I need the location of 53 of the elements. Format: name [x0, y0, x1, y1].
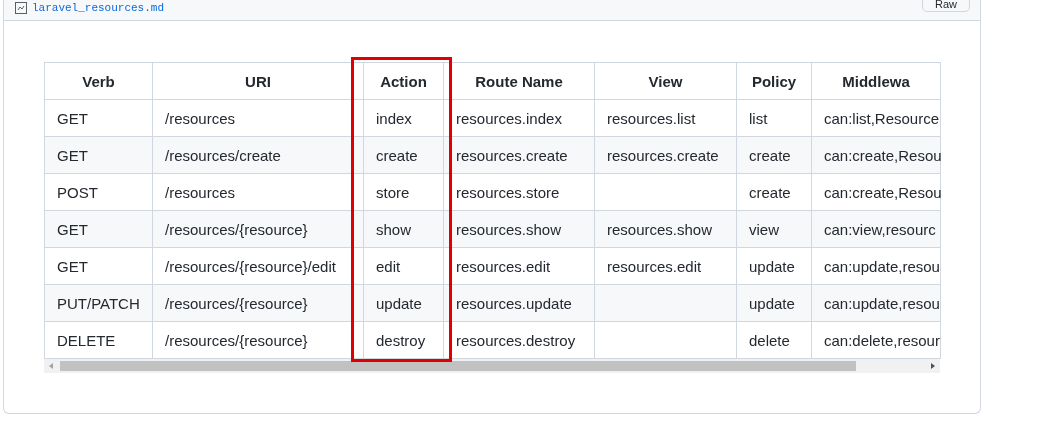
table-cell: resources.edit [594, 247, 737, 285]
table-cell: create [736, 136, 812, 174]
column-header: Route Name [443, 62, 595, 100]
table-cell: /resources/{resource}/edit [152, 247, 364, 285]
table-cell: can:create,Resou [811, 136, 941, 174]
table-cell: /resources [152, 173, 364, 211]
table-cell: can:create,Resou [811, 173, 941, 211]
horizontal-scrollbar[interactable] [44, 359, 940, 373]
table-cell: can:update,resou [811, 247, 941, 285]
scroll-right-icon[interactable] [929, 362, 937, 370]
table-cell: can:update,resou [811, 284, 941, 322]
column-header: View [594, 62, 737, 100]
file-icon [15, 2, 27, 14]
table-cell: GET [44, 247, 153, 285]
table-cell: can:view,resourc [811, 210, 941, 248]
table-cell: GET [44, 210, 153, 248]
table-cell: /resources/{resource} [152, 284, 364, 322]
table-cell: GET [44, 99, 153, 137]
table-cell: resources.list [594, 99, 737, 137]
table-cell: resources.update [443, 284, 595, 322]
column-header: Policy [736, 62, 812, 100]
table-cell: can:delete,resour [811, 321, 941, 359]
table-cell: create [736, 173, 812, 211]
table-cell: resources.show [594, 210, 737, 248]
table-cell: /resources/{resource} [152, 210, 364, 248]
table-cell: /resources/{resource} [152, 321, 364, 359]
table-cell: can:list,Resource [811, 99, 941, 137]
table-cell: delete [736, 321, 812, 359]
column-header: Middlewa [811, 62, 941, 100]
table-cell: DELETE [44, 321, 153, 359]
table-cell: update [363, 284, 444, 322]
table-cell: /resources/create [152, 136, 364, 174]
table-cell: destroy [363, 321, 444, 359]
column-header: URI [152, 62, 364, 100]
table-cell: index [363, 99, 444, 137]
table-cell: create [363, 136, 444, 174]
table-cell: list [736, 99, 812, 137]
table-cell: update [736, 284, 812, 322]
table-cell: resources.create [443, 136, 595, 174]
table-cell: PUT/PATCH [44, 284, 153, 322]
table-cell: show [363, 210, 444, 248]
table-cell: resources.show [443, 210, 595, 248]
table-cell: POST [44, 173, 153, 211]
table-cell: update [736, 247, 812, 285]
column-header: Verb [44, 62, 153, 100]
table-cell: /resources [152, 99, 364, 137]
table-cell: edit [363, 247, 444, 285]
table-cell: GET [44, 136, 153, 174]
raw-button[interactable]: Raw [922, 0, 970, 12]
table-cell: view [736, 210, 812, 248]
file-name-link[interactable]: laravel_resources.md [15, 2, 165, 14]
table-cell: store [363, 173, 444, 211]
table-cell: resources.create [594, 136, 737, 174]
